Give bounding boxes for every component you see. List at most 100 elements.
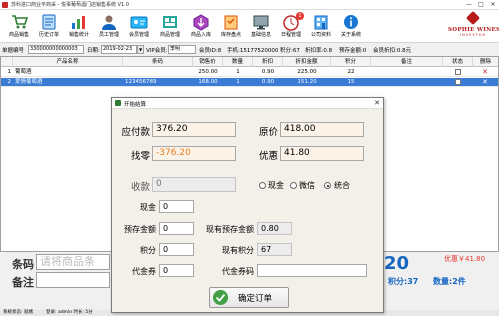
toolbar-button-stats[interactable]: 销售统计 — [64, 12, 94, 42]
toolbar-button-stock-in[interactable]: 商品入库 — [186, 12, 216, 42]
logo-sub: INVESTOR — [460, 33, 486, 37]
app-icon — [2, 2, 8, 8]
cart-icon — [12, 15, 28, 29]
column-header-delete[interactable]: 删除 — [473, 57, 498, 67]
toolbar-button-inventory[interactable]: 库存盘点 — [216, 12, 246, 42]
points-summary: 积分:37 — [388, 277, 419, 286]
cash-input[interactable]: 0 — [159, 200, 194, 213]
member-phone: 手机:15177520000 — [227, 48, 279, 54]
change-field: -376.20 — [152, 146, 236, 161]
barcode-input[interactable]: 请将商品条 — [36, 254, 110, 270]
pay-wechat-label: 微信 — [299, 181, 315, 190]
row-status-checkbox[interactable] — [455, 79, 461, 85]
toolbar-button-company[interactable]: 公司资料 — [306, 12, 336, 42]
row-note[interactable] — [371, 68, 443, 77]
row-name: 葡萄酒 — [15, 69, 32, 75]
points-input[interactable]: 0 — [159, 243, 194, 256]
toolbar-label: 商品管理 — [159, 32, 180, 38]
row-note[interactable] — [371, 78, 443, 87]
toolbar-label: 历史订单 — [38, 32, 59, 38]
minimize-button[interactable]: — — [463, 0, 475, 10]
row-status-checkbox[interactable] — [455, 69, 461, 75]
toolbar-label: 员工管理 — [98, 32, 119, 38]
date-field[interactable]: 2019-02-23 — [101, 45, 137, 54]
row-qty[interactable]: 1 — [223, 78, 253, 87]
current-prestored-field: 0.80 — [257, 222, 292, 235]
table-row[interactable]: 1 葡萄酒 250.00 1 0.90 225.00 22 ✕ — [1, 68, 498, 77]
row-qty[interactable]: 1 — [223, 68, 253, 77]
row-disc-amount: 151.20 — [297, 79, 317, 85]
table-header: 产品名称 条码 销售价 数量 折扣 折扣金额 积分 备注 状态 删除 — [1, 57, 498, 67]
toolbar-button-goods[interactable]: 商品管理 — [155, 12, 185, 42]
paid-field[interactable]: 0 — [152, 177, 236, 192]
change-label: 找零 — [130, 151, 150, 162]
pay-combined-radio[interactable] — [324, 182, 331, 189]
member-prestored: 预存金额:0 — [339, 48, 367, 54]
row-delete-icon[interactable]: ✕ — [481, 78, 489, 87]
logo-mark — [465, 10, 481, 26]
row-price: 168.00 — [198, 79, 218, 85]
date-label: 日期: — [87, 48, 100, 54]
main-toolbar: 商品销售 历史订单 销售统计 员工管理 会员管理 商品管理 商品入库 库存盘点 … — [0, 10, 499, 43]
column-header-status[interactable]: 状态 — [443, 57, 473, 67]
row-delete-icon[interactable]: ✕ — [481, 68, 489, 77]
toolbar-button-about[interactable]: 关于系统 — [336, 12, 366, 42]
member-points: 积分:67 — [280, 48, 300, 54]
row-barcode: 123456789 — [125, 79, 157, 85]
date-dropdown-icon[interactable]: ▼ — [137, 45, 144, 54]
column-header-price[interactable]: 销售价 — [193, 57, 223, 67]
coupon-label: 代金券 — [132, 267, 156, 276]
toolbar-label: 关于系统 — [340, 32, 361, 38]
remark-input[interactable] — [36, 272, 110, 288]
current-points-field: 67 — [257, 243, 292, 256]
column-header-disc-amount[interactable]: 折扣金额 — [283, 57, 331, 67]
toolbar-label: 基础信息 — [250, 32, 271, 38]
prestored-label: 预存金额 — [124, 225, 156, 234]
barcode-label: 条码 — [12, 258, 34, 271]
current-prestored-label: 现有预存金额 — [206, 225, 254, 234]
toolbar-button-member[interactable]: 会员管理 — [124, 12, 154, 42]
toolbar-button-staff[interactable]: 员工管理 — [94, 12, 124, 42]
dialog-title-bar: 开始结算 ✕ — [112, 98, 383, 109]
column-header-qty[interactable]: 数量 — [223, 57, 253, 67]
about-icon — [344, 15, 358, 29]
column-header-barcode[interactable]: 条码 — [123, 57, 193, 67]
prestored-input[interactable]: 0 — [159, 222, 194, 235]
row-points: 15 — [347, 79, 355, 85]
coupon-input[interactable]: 0 — [159, 264, 194, 277]
toolbar-button-sales[interactable]: 商品销售 — [4, 12, 34, 42]
remark-label: 备注 — [12, 276, 34, 289]
dialog-icon — [115, 100, 121, 106]
maximize-button[interactable]: □ — [475, 0, 487, 10]
row-disc-amount: 225.00 — [297, 69, 317, 75]
cash-label: 现金 — [140, 203, 156, 212]
coupon-code-input[interactable] — [257, 264, 367, 277]
discount-summary: 优惠￥41.80 — [444, 255, 486, 263]
table-row-selected[interactable]: 2 爱情葡萄酒 123456789 168.00 1 0.90 151.20 1… — [1, 78, 498, 87]
total-amount: 20 — [384, 253, 410, 274]
stock-in-icon — [193, 14, 209, 31]
pay-wechat-radio[interactable] — [290, 182, 297, 189]
order-no-field[interactable]: 330000000000003 — [28, 45, 84, 54]
confirm-order-button[interactable]: 确定订单 — [209, 287, 289, 308]
dialog-title: 开始结算 — [124, 102, 147, 108]
vip-label: VIP会员: — [146, 48, 168, 54]
toolbar-button-base-info[interactable]: 基础信息 — [246, 12, 276, 42]
column-header-name[interactable]: 产品名称 — [13, 57, 123, 67]
toolbar-label: 日程管理 — [280, 32, 301, 38]
dialog-close-icon[interactable]: ✕ — [374, 98, 380, 109]
row-number: 1 — [7, 69, 12, 75]
toolbar-button-history[interactable]: 历史订单 — [34, 12, 64, 42]
member-discount-amount: 会员折扣:0.8元 — [373, 48, 412, 54]
close-button[interactable]: ✕ — [487, 0, 499, 10]
row-discount: 0.90 — [261, 69, 275, 75]
column-header-points[interactable]: 积分 — [331, 57, 371, 67]
status-text: 系统状态: 就绪 — [3, 310, 33, 315]
schedule-badge: 1 — [296, 12, 304, 20]
stats-icon — [72, 16, 85, 29]
vip-field[interactable]: 李明 — [168, 45, 196, 54]
column-header-note[interactable]: 备注 — [371, 57, 443, 67]
column-header-index — [1, 57, 13, 67]
pay-cash-radio[interactable] — [259, 182, 266, 189]
column-header-discount[interactable]: 折扣 — [253, 57, 283, 67]
